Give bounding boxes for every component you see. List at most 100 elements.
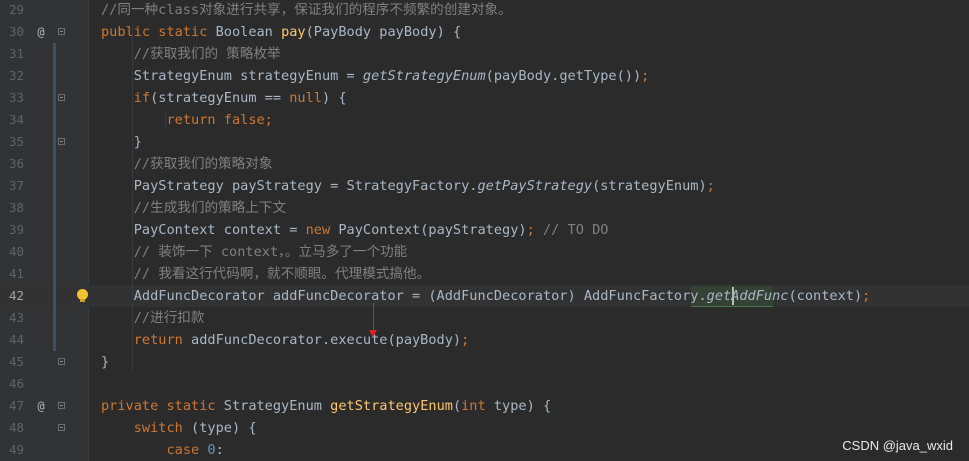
code-text[interactable]: private static StrategyEnum getStrategyE… bbox=[101, 395, 551, 417]
code-text[interactable]: //进行扣款 bbox=[101, 307, 205, 329]
code-token: ; bbox=[862, 288, 871, 304]
line-number[interactable]: 31 bbox=[0, 43, 24, 65]
code-text[interactable]: if(strategyEnum == null) { bbox=[101, 87, 347, 109]
code-line[interactable]: 48 switch (type) { bbox=[0, 417, 969, 439]
code-token: ; bbox=[526, 222, 543, 238]
fold-toggle-icon[interactable] bbox=[58, 402, 65, 409]
code-text[interactable]: case 0: bbox=[101, 439, 223, 461]
line-number[interactable]: 40 bbox=[0, 241, 24, 263]
line-number[interactable]: 39 bbox=[0, 219, 24, 241]
code-line[interactable]: 41 // 我看这行代码啊，就不顺眼。代理模式搞他。 bbox=[0, 263, 969, 285]
fold-toggle-icon[interactable] bbox=[58, 424, 65, 431]
code-line[interactable]: 39 PayContext context = new PayContext(p… bbox=[0, 219, 969, 241]
vcs-change-marker[interactable] bbox=[53, 263, 56, 285]
code-line[interactable]: 31 //获取我们的 策略枚举 bbox=[0, 43, 969, 65]
code-token: //同一种class对象进行共享，保证我们的程序不频繁的创建对象。 bbox=[101, 2, 512, 18]
code-text[interactable]: StrategyEnum strategyEnum = getStrategyE… bbox=[101, 65, 650, 87]
vcs-change-marker[interactable] bbox=[53, 219, 56, 241]
code-text[interactable]: //生成我们的策略上下文 bbox=[101, 197, 286, 219]
line-number[interactable]: 35 bbox=[0, 131, 24, 153]
vcs-change-marker[interactable] bbox=[53, 87, 56, 109]
vcs-change-marker[interactable] bbox=[53, 65, 56, 87]
red-arrow-annotation bbox=[373, 303, 374, 331]
vcs-change-marker[interactable] bbox=[53, 109, 56, 131]
code-token: (payBody.getType()) bbox=[485, 68, 642, 84]
code-token: (PayBody payBody) { bbox=[305, 24, 462, 40]
code-text[interactable]: //同一种class对象进行共享，保证我们的程序不频繁的创建对象。 bbox=[101, 0, 512, 21]
vcs-change-marker[interactable] bbox=[53, 329, 56, 351]
intention-lightbulb-icon[interactable] bbox=[77, 289, 88, 302]
code-token: null bbox=[289, 90, 322, 106]
code-token: //进行扣款 bbox=[101, 310, 205, 326]
code-line[interactable]: 43 //进行扣款 bbox=[0, 307, 969, 329]
code-text[interactable]: PayStrategy payStrategy = StrategyFactor… bbox=[101, 175, 715, 197]
line-number[interactable]: 30 bbox=[0, 21, 24, 43]
line-number[interactable]: 42 bbox=[0, 285, 24, 307]
code-line[interactable]: 47 @ private static StrategyEnum getStrate… bbox=[0, 395, 969, 417]
line-number[interactable]: 46 bbox=[0, 373, 24, 395]
code-line[interactable]: 45} bbox=[0, 351, 969, 373]
code-text[interactable]: return false; bbox=[101, 109, 272, 131]
code-text[interactable]: } bbox=[101, 351, 109, 373]
code-editor[interactable]: 29 //同一种class对象进行共享，保证我们的程序不频繁的创建对象。 30 @ pu… bbox=[0, 0, 969, 461]
vcs-change-marker[interactable] bbox=[53, 43, 56, 65]
vcs-change-marker[interactable] bbox=[53, 131, 56, 153]
code-text[interactable]: //获取我们的策略对象 bbox=[101, 153, 273, 175]
override-at-icon[interactable]: @ bbox=[34, 395, 48, 417]
line-number[interactable]: 43 bbox=[0, 307, 24, 329]
code-line[interactable]: 49 case 0: bbox=[0, 439, 969, 461]
vcs-change-marker[interactable] bbox=[53, 285, 56, 307]
line-number[interactable]: 33 bbox=[0, 87, 24, 109]
code-line[interactable]: 40 // 装饰一下 context，。立马多了一个功能 bbox=[0, 241, 969, 263]
code-line[interactable]: 35 } bbox=[0, 131, 969, 153]
code-line[interactable]: 46 bbox=[0, 373, 969, 395]
code-line[interactable]: 37 PayStrategy payStrategy = StrategyFac… bbox=[0, 175, 969, 197]
code-line[interactable]: 38 //生成我们的策略上下文 bbox=[0, 197, 969, 219]
code-token: getStrategyEnum bbox=[330, 398, 453, 414]
vcs-change-marker[interactable] bbox=[53, 241, 56, 263]
vcs-change-marker[interactable] bbox=[53, 175, 56, 197]
fold-toggle-icon[interactable] bbox=[58, 28, 65, 35]
code-token: StrategyEnum strategyEnum = bbox=[101, 68, 363, 84]
code-line[interactable]: 44 return addFuncDecorator.execute(payBo… bbox=[0, 329, 969, 351]
line-number[interactable]: 34 bbox=[0, 109, 24, 131]
line-number[interactable]: 45 bbox=[0, 351, 24, 373]
code-line[interactable]: 29 //同一种class对象进行共享，保证我们的程序不频繁的创建对象。 bbox=[0, 0, 969, 21]
vcs-change-marker[interactable] bbox=[53, 307, 56, 329]
line-number[interactable]: 44 bbox=[0, 329, 24, 351]
line-number[interactable]: 49 bbox=[0, 439, 24, 461]
fold-toggle-icon[interactable] bbox=[58, 138, 65, 145]
code-text[interactable]: // 我看这行代码啊，就不顺眼。代理模式搞他。 bbox=[101, 263, 430, 285]
line-number[interactable]: 36 bbox=[0, 153, 24, 175]
line-number[interactable]: 29 bbox=[0, 0, 24, 21]
code-line[interactable]: 36 //获取我们的策略对象 bbox=[0, 153, 969, 175]
fold-toggle-icon[interactable] bbox=[58, 358, 65, 365]
line-number[interactable]: 48 bbox=[0, 417, 24, 439]
code-token: type) { bbox=[493, 398, 552, 414]
code-line[interactable]: 42 AddFuncDecorator addFuncDecorator = (… bbox=[0, 285, 969, 307]
code-text[interactable]: AddFuncDecorator addFuncDecorator = (Add… bbox=[101, 285, 871, 307]
code-line[interactable]: 30 @ public static Boolean pay(PayBody pay… bbox=[0, 21, 969, 43]
code-text[interactable]: public static Boolean pay(PayBody payBod… bbox=[101, 21, 461, 43]
code-line[interactable]: 32 StrategyEnum strategyEnum = getStrate… bbox=[0, 65, 969, 87]
code-text[interactable]: PayContext context = new PayContext(payS… bbox=[101, 219, 609, 241]
vcs-change-marker[interactable] bbox=[53, 153, 56, 175]
override-at-icon[interactable]: @ bbox=[34, 21, 48, 43]
code-text[interactable]: switch (type) { bbox=[101, 417, 257, 439]
indent-guide bbox=[131, 24, 133, 370]
code-line[interactable]: 34 return false; bbox=[0, 109, 969, 131]
line-number[interactable]: 37 bbox=[0, 175, 24, 197]
line-number[interactable]: 47 bbox=[0, 395, 24, 417]
code-token: getAddFunc bbox=[706, 288, 789, 304]
line-number[interactable]: 41 bbox=[0, 263, 24, 285]
code-text[interactable]: return addFuncDecorator.execute(payBody)… bbox=[101, 329, 470, 351]
code-line[interactable]: 33 if(strategyEnum == null) { bbox=[0, 87, 969, 109]
code-text[interactable]: // 装饰一下 context，。立马多了一个功能 bbox=[101, 241, 408, 263]
vcs-change-marker[interactable] bbox=[53, 197, 56, 219]
code-token: ) { bbox=[322, 90, 347, 106]
fold-toggle-icon[interactable] bbox=[58, 94, 65, 101]
code-text[interactable]: //获取我们的 策略枚举 bbox=[101, 43, 281, 65]
line-number[interactable]: 32 bbox=[0, 65, 24, 87]
line-number[interactable]: 38 bbox=[0, 197, 24, 219]
code-text[interactable]: } bbox=[101, 131, 142, 153]
